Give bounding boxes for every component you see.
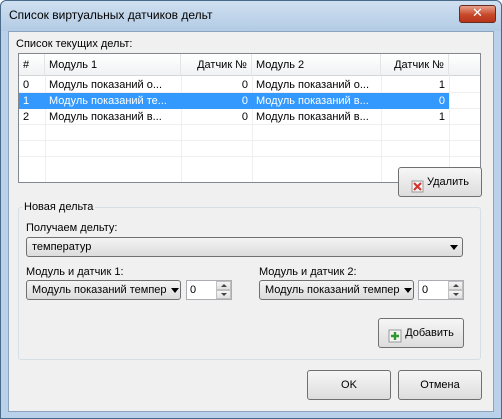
arrow-down-icon (221, 293, 227, 296)
module1-value: Модуль показаний темпер (32, 284, 167, 296)
dialog-client-area: Список текущих дельт: # Модуль 1 Датчик … (8, 31, 494, 412)
get-delta-label: Получаем дельту: (26, 222, 118, 234)
cell-index: 2 (23, 111, 30, 123)
list-row[interactable]: 2 Модуль показаний в... 0 Модуль показан… (19, 109, 480, 125)
cell-sensor1: 0 (241, 79, 248, 91)
module2-dropdown[interactable]: Модуль показаний темпер (259, 280, 414, 300)
title-bar[interactable]: Список виртуальных датчиков дельт ✕ (1, 1, 501, 31)
arrow-up-icon (221, 284, 227, 287)
grid-line (19, 156, 480, 157)
new-delta-group-title: Новая дельта (22, 201, 96, 213)
sensor1-increment-button[interactable] (216, 281, 231, 290)
column-header-filler (449, 54, 480, 76)
deltas-list[interactable]: # Модуль 1 Датчик № Модуль 2 Датчик № 0 … (18, 53, 481, 183)
cancel-button-label: Отмена (420, 379, 460, 392)
chevron-down-icon (171, 288, 179, 293)
cancel-button[interactable]: Отмена (398, 370, 482, 400)
sensor2-decrement-button[interactable] (448, 290, 463, 299)
chevron-down-icon (450, 245, 458, 250)
column-header-sensor2[interactable]: Датчик № (381, 54, 449, 76)
sensor1-stepper[interactable]: 0 (186, 280, 232, 300)
arrow-down-icon (453, 293, 459, 296)
window-title: Список виртуальных датчиков дельт (9, 8, 213, 22)
cell-module2: Модуль показаний в... (256, 111, 369, 123)
module1-label: Модуль и датчик 1: (26, 266, 124, 278)
list-row[interactable]: 0 Модуль показаний о... 0 Модуль показан… (19, 77, 480, 93)
cell-sensor1: 0 (241, 111, 248, 123)
cell-sensor2: 1 (438, 111, 445, 123)
cell-sensor2: 1 (438, 79, 445, 91)
sensor2-increment-button[interactable] (448, 281, 463, 290)
add-button[interactable]: Добавить (378, 318, 464, 348)
chevron-down-icon (404, 288, 412, 293)
cell-sensor1: 0 (241, 95, 248, 107)
add-plus-icon (388, 326, 402, 343)
list-row-selected[interactable]: 1 Модуль показаний те... 0 Модуль показа… (19, 93, 449, 109)
close-icon: ✕ (472, 6, 483, 21)
ok-button[interactable]: OK (307, 370, 391, 400)
arrow-up-icon (453, 284, 459, 287)
list-label: Список текущих дельт: (16, 38, 133, 50)
close-button[interactable]: ✕ (459, 5, 496, 23)
delta-type-value: температур (32, 241, 92, 253)
delete-button[interactable]: Удалить (398, 167, 482, 197)
cell-index: 1 (23, 95, 30, 107)
delete-button-label: Удалить (427, 176, 469, 189)
cell-module1: Модуль показаний те... (49, 95, 167, 107)
module2-value: Модуль показаний темпер (265, 284, 400, 296)
sensor2-value: 0 (422, 284, 429, 296)
sensor2-stepper[interactable]: 0 (418, 280, 464, 300)
column-header-index[interactable]: # (19, 54, 45, 76)
delete-x-icon (411, 176, 424, 193)
column-header-module1[interactable]: Модуль 1 (45, 54, 181, 76)
ok-button-label: OK (341, 379, 357, 392)
cell-index: 0 (23, 79, 30, 91)
add-button-label: Добавить (405, 327, 454, 340)
column-header-sensor1[interactable]: Датчик № (181, 54, 252, 76)
list-header: # Модуль 1 Датчик № Модуль 2 Датчик № (19, 54, 480, 76)
column-header-module2[interactable]: Модуль 2 (252, 54, 381, 76)
cell-module2: Модуль показаний о... (256, 79, 370, 91)
sensor2-spin-buttons (448, 281, 463, 299)
dialog-window: Список виртуальных датчиков дельт ✕ Спис… (0, 0, 502, 419)
grid-line (19, 140, 480, 141)
cell-module1: Модуль показаний в... (49, 111, 162, 123)
module2-label: Модуль и датчик 2: (259, 266, 357, 278)
sensor1-value: 0 (190, 284, 197, 296)
cell-module2: Модуль показаний в... (256, 95, 369, 107)
sensor1-spin-buttons (216, 281, 231, 299)
cell-module1: Модуль показаний о... (49, 79, 163, 91)
sensor1-decrement-button[interactable] (216, 290, 231, 299)
module1-dropdown[interactable]: Модуль показаний темпер (26, 280, 181, 300)
cell-sensor2: 0 (438, 95, 445, 107)
delta-type-dropdown[interactable]: температур (26, 237, 463, 257)
